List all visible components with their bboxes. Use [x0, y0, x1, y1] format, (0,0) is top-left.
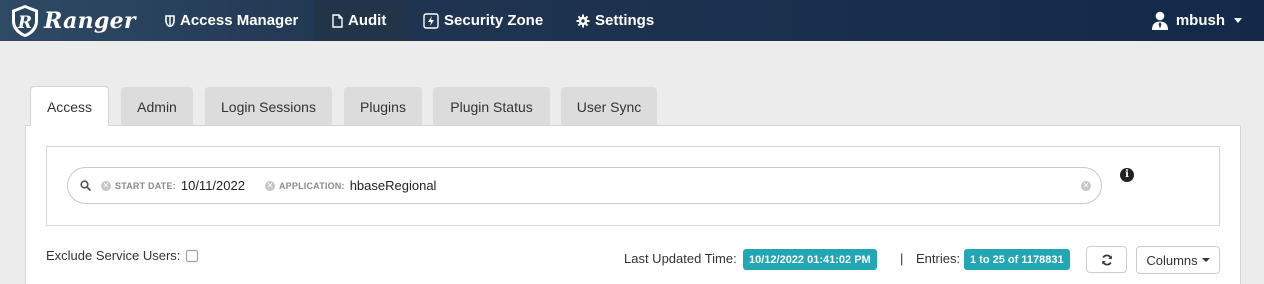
refresh-icon [1101, 254, 1112, 265]
nav-access-manager[interactable]: Access Manager [155, 0, 308, 41]
visual-search-input[interactable]: ✕ START DATE: 10/11/2022 ✕ APPLICATION: … [67, 167, 1102, 204]
columns-button-label: Columns [1146, 252, 1198, 268]
tab-plugin-status[interactable]: Plugin Status [433, 87, 550, 126]
info-icon[interactable]: i [1120, 168, 1134, 182]
top-navbar: R Ranger Access Manager Audit Security Z… [0, 0, 1264, 41]
shield-icon [165, 14, 175, 27]
nav-security-zone[interactable]: Security Zone [423, 0, 543, 41]
entries-label: Entries: [916, 251, 961, 266]
chevron-down-icon [1234, 18, 1242, 23]
columns-dropdown-button[interactable]: Columns [1136, 246, 1220, 274]
tab-admin[interactable]: Admin [121, 87, 193, 126]
tab-plugins[interactable]: Plugins [344, 87, 422, 126]
gear-icon [576, 14, 590, 27]
brand-name: Ranger [44, 8, 136, 34]
clear-search-icon[interactable]: ✕ [1081, 181, 1091, 191]
tab-access-label: Access [46, 98, 93, 115]
nav-settings[interactable]: Settings [576, 0, 654, 41]
exclude-service-users: Exclude Service Users: [46, 248, 199, 263]
tab-user-sync[interactable]: User Sync [561, 87, 657, 126]
exclude-service-users-checkbox[interactable] [186, 249, 199, 262]
last-updated-label: Last Updated Time: [624, 251, 737, 266]
tab-access[interactable]: Access [30, 86, 109, 126]
user-menu[interactable]: mbush [1151, 0, 1242, 41]
exclude-service-users-label: Exclude Service Users: [46, 248, 181, 263]
facet-category: START DATE: [115, 180, 176, 191]
nav-settings-label: Settings [595, 12, 655, 29]
search-facet-application[interactable]: ✕ APPLICATION: hbaseRegional [264, 178, 437, 193]
tab-plugins-label: Plugins [360, 98, 406, 115]
tab-plugin-status-label: Plugin Status [450, 98, 533, 115]
refresh-button[interactable] [1086, 246, 1127, 273]
separator: | [900, 251, 904, 266]
nav-audit[interactable]: Audit [315, 0, 406, 41]
search-icon [80, 180, 91, 191]
brand[interactable]: R Ranger [10, 3, 136, 39]
facet-value[interactable]: 10/11/2022 [181, 178, 245, 193]
remove-facet-icon[interactable]: ✕ [264, 180, 275, 191]
entries-badge: 1 to 25 of 1178831 [964, 249, 1070, 270]
username: mbush [1175, 12, 1225, 29]
lightning-icon [423, 12, 439, 29]
facet-value[interactable]: hbaseRegional [350, 178, 437, 193]
chevron-down-icon [1201, 258, 1210, 262]
user-icon [1151, 11, 1168, 30]
tab-login-sessions-label: Login Sessions [221, 98, 316, 115]
nav-audit-label: Audit [348, 12, 387, 29]
nav-access-manager-label: Access Manager [180, 12, 299, 29]
nav-security-zone-label: Security Zone [444, 12, 544, 29]
facet-category: APPLICATION: [278, 180, 345, 191]
ranger-logo-icon: R [12, 5, 38, 37]
tab-admin-label: Admin [137, 98, 177, 115]
last-updated-badge: 10/12/2022 01:41:02 PM [743, 249, 877, 270]
tab-user-sync-label: User Sync [576, 98, 642, 115]
svg-text:R: R [17, 13, 32, 33]
file-icon [332, 13, 343, 28]
search-facet-start-date[interactable]: ✕ START DATE: 10/11/2022 [101, 178, 245, 193]
tab-login-sessions[interactable]: Login Sessions [205, 87, 332, 126]
remove-facet-icon[interactable]: ✕ [101, 180, 111, 191]
